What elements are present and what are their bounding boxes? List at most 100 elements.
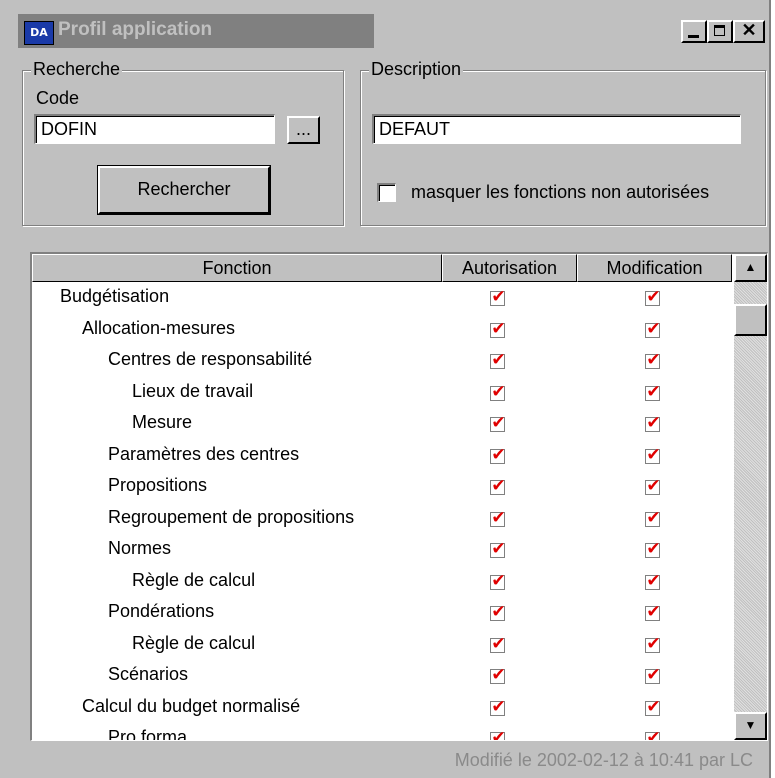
hide-unauthorized-checkbox[interactable] [377,183,396,202]
authorization-checkbox[interactable]: ✔ [490,697,506,717]
table-row[interactable]: Règle de calcul ✔ ✔ [32,629,732,661]
function-name: Normes [108,538,172,558]
hide-unauthorized-label[interactable]: masquer les fonctions non autorisées [411,182,709,203]
function-name: Scénarios [108,664,189,684]
check-icon: ✔ [491,413,506,433]
maximize-button[interactable] [707,20,733,43]
authorization-checkbox[interactable]: ✔ [490,445,506,465]
check-icon: ✔ [646,381,661,402]
function-name: Allocation-mesures [82,317,236,338]
check-icon: ✔ [646,696,661,717]
column-header-fonction[interactable]: Fonction [32,254,442,282]
close-icon: ✕ [741,20,757,40]
modification-checkbox[interactable]: ✔ [645,539,661,559]
table-row[interactable]: Normes ✔ ✔ [32,534,732,566]
function-name: Règle de calcul [132,569,256,590]
check-icon: ✔ [646,350,661,370]
check-icon: ✔ [491,287,506,307]
table-row[interactable]: Scénarios ✔ ✔ [32,660,732,692]
check-icon: ✔ [646,728,661,741]
authorization-checkbox[interactable]: ✔ [490,319,506,339]
authorization-checkbox[interactable]: ✔ [490,728,506,740]
close-button[interactable]: ✕ [733,20,765,43]
check-icon: ✔ [646,413,661,433]
title-bar[interactable]: DA Profil application [18,14,374,48]
modification-checkbox[interactable]: ✔ [645,665,661,685]
status-text: Modifié le 2002-02-12 à 10:41 par LC [454,750,753,770]
function-name: Lieux de travail [132,380,254,401]
modification-checkbox[interactable]: ✔ [645,319,661,339]
modification-checkbox[interactable]: ✔ [645,287,661,307]
scroll-thumb[interactable] [734,304,767,336]
check-icon: ✔ [646,476,661,496]
table-row[interactable]: Mesure ✔ ✔ [32,408,732,440]
modification-checkbox[interactable]: ✔ [645,350,661,370]
function-name: Regroupement de propositions [108,506,355,527]
check-icon: ✔ [646,444,661,465]
column-header-modification[interactable]: Modification [577,254,732,282]
table-row[interactable]: Propositions ✔ ✔ [32,471,732,503]
check-icon: ✔ [491,507,506,528]
authorization-checkbox[interactable]: ✔ [490,413,506,433]
description-input[interactable]: DEFAUT [372,114,741,144]
table-row[interactable]: Pondérations ✔ ✔ [32,597,732,629]
modification-checkbox[interactable]: ✔ [645,476,661,496]
scroll-down-button[interactable]: ▼ [734,712,767,740]
authorization-checkbox[interactable]: ✔ [490,508,506,528]
code-label: Code [36,88,80,108]
maximize-icon [714,25,725,36]
function-name: Paramètres des centres [108,443,300,464]
authorization-checkbox[interactable]: ✔ [490,350,506,370]
check-icon: ✔ [491,539,506,559]
modification-checkbox[interactable]: ✔ [645,382,661,402]
vertical-scrollbar[interactable]: ▲ ▼ [734,254,767,740]
modification-checkbox[interactable]: ✔ [645,571,661,591]
description-group-title: Description [369,59,464,80]
app-logo-icon: DA [24,21,54,45]
table-row[interactable]: Calcul du budget normalisé ✔ ✔ [32,692,732,724]
check-icon: ✔ [491,728,506,741]
modification-checkbox[interactable]: ✔ [645,445,661,465]
table-row[interactable]: Pro forma ✔ ✔ [32,723,732,741]
code-input[interactable]: DOFIN [34,114,275,144]
minimize-button[interactable] [681,20,707,43]
function-name: Budgétisation [60,286,170,306]
function-name: Pondérations [108,601,215,621]
authorization-checkbox[interactable]: ✔ [490,539,506,559]
authorization-checkbox[interactable]: ✔ [490,665,506,685]
function-name: Calcul du budget normalisé [82,695,301,716]
authorization-checkbox[interactable]: ✔ [490,287,506,307]
authorization-checkbox[interactable]: ✔ [490,571,506,591]
table-row[interactable]: Regroupement de propositions ✔ ✔ [32,503,732,535]
authorization-checkbox[interactable]: ✔ [490,476,506,496]
authorization-checkbox[interactable]: ✔ [490,382,506,402]
window-title: Profil application [58,19,213,40]
table-row[interactable]: Paramètres des centres ✔ ✔ [32,440,732,472]
modification-checkbox[interactable]: ✔ [645,697,661,717]
scroll-up-button[interactable]: ▲ [734,254,767,282]
check-icon: ✔ [491,602,506,622]
modification-checkbox[interactable]: ✔ [645,634,661,654]
check-icon: ✔ [491,696,506,717]
table-row[interactable]: Centres de responsabilité ✔ ✔ [32,345,732,377]
search-button[interactable]: Rechercher [97,165,271,215]
table-row[interactable]: Budgétisation ✔ ✔ [32,282,732,314]
check-icon: ✔ [491,381,506,402]
authorization-checkbox[interactable]: ✔ [490,634,506,654]
check-icon: ✔ [646,633,661,654]
browse-button[interactable]: ... [287,116,320,144]
modification-checkbox[interactable]: ✔ [645,508,661,528]
modification-checkbox[interactable]: ✔ [645,413,661,433]
scroll-up-icon: ▲ [744,260,757,274]
authorization-checkbox[interactable]: ✔ [490,602,506,622]
table-row[interactable]: Règle de calcul ✔ ✔ [32,566,732,598]
table-row[interactable]: Lieux de travail ✔ ✔ [32,377,732,409]
function-name: Pro forma [108,727,188,741]
modification-checkbox[interactable]: ✔ [645,728,661,740]
check-icon: ✔ [646,539,661,559]
column-header-autorisation[interactable]: Autorisation [442,254,577,282]
check-icon: ✔ [646,602,661,622]
modification-checkbox[interactable]: ✔ [645,602,661,622]
table-row[interactable]: Allocation-mesures ✔ ✔ [32,314,732,346]
minimize-icon [688,35,699,38]
